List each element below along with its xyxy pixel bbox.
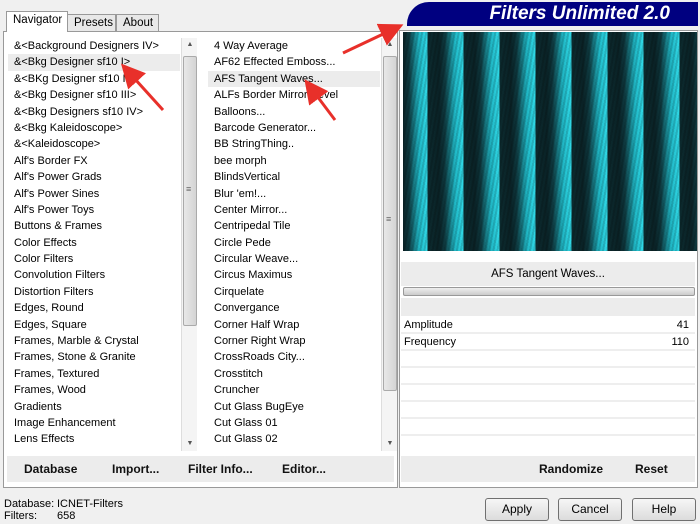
list-item[interactable]: bee morph: [208, 153, 380, 169]
grip-icon: ≡: [386, 214, 392, 224]
param-empty-row: [401, 403, 695, 419]
scroll-up-icon[interactable]: ▲: [382, 38, 398, 52]
list-item[interactable]: Circle Pede: [208, 235, 380, 251]
list-item[interactable]: Balloons...: [208, 104, 380, 120]
list-item[interactable]: Distortion Filters: [8, 284, 180, 300]
list-item[interactable]: ALFs Border Mirror Bevel: [208, 87, 380, 103]
list-item[interactable]: &<Bkg Designers sf10 IV>: [8, 104, 180, 120]
list-item[interactable]: Cut Glass BugEye: [208, 399, 380, 415]
logo-banner: Filters Unlimited 2.0: [407, 2, 698, 26]
list-item[interactable]: Circus Maximus: [208, 267, 380, 283]
param-empty-row: [401, 352, 695, 368]
param-empty-row: [401, 386, 695, 402]
status-filters-label: Filters:: [4, 510, 37, 522]
param-value: 41: [676, 319, 689, 331]
list-item[interactable]: CrossRoads City...: [208, 349, 380, 365]
randomize-button[interactable]: Randomize: [539, 462, 603, 476]
list-item[interactable]: Circular Weave...: [208, 251, 380, 267]
navigator-button-bar: Database Import... Filter Info... Editor…: [7, 456, 394, 482]
tab-about[interactable]: About: [116, 14, 159, 32]
category-scrollbar[interactable]: ▲ ≡ ▼: [181, 38, 197, 451]
preview-image: [403, 32, 697, 251]
param-frequency[interactable]: Frequency 110: [401, 335, 695, 351]
scroll-down-icon[interactable]: ▼: [382, 437, 398, 451]
list-item[interactable]: Cirquelate: [208, 284, 380, 300]
category-list[interactable]: &<Background Designers IV> &<Bkg Designer…: [8, 38, 180, 451]
list-item[interactable]: Buttons & Frames: [8, 218, 180, 234]
list-item[interactable]: Color Effects: [8, 235, 180, 251]
param-empty-row: [401, 420, 695, 436]
filter-name-label: AFS Tangent Waves...: [401, 262, 695, 286]
list-item[interactable]: Crosstitch: [208, 366, 380, 382]
list-item[interactable]: Alf's Border FX: [8, 153, 180, 169]
status-filters-value: 658: [57, 510, 76, 522]
apply-button[interactable]: Apply: [485, 498, 549, 521]
progress-bar: [403, 287, 695, 296]
list-item[interactable]: Alf's Power Sines: [8, 186, 180, 202]
status-database-label: Database:: [4, 498, 55, 510]
param-button-bar: Randomize Reset: [401, 456, 695, 482]
cancel-button[interactable]: Cancel: [558, 498, 622, 521]
list-item[interactable]: Lens Flares: [8, 448, 180, 451]
param-value: 110: [671, 336, 689, 348]
list-item[interactable]: &<Background Designers IV>: [8, 38, 180, 54]
list-item[interactable]: Frames, Wood: [8, 382, 180, 398]
list-item[interactable]: Barcode Generator...: [208, 120, 380, 136]
list-item[interactable]: 4 Way Average: [208, 38, 380, 54]
list-item[interactable]: Frames, Marble & Crystal: [8, 333, 180, 349]
list-item[interactable]: Lens Effects: [8, 431, 180, 447]
scroll-down-icon[interactable]: ▼: [182, 437, 198, 451]
list-item[interactable]: Edges, Round: [8, 300, 180, 316]
list-item[interactable]: Frames, Stone & Granite: [8, 349, 180, 365]
list-item[interactable]: Gradients: [8, 399, 180, 415]
list-item[interactable]: BlindsVertical: [208, 169, 380, 185]
scroll-up-icon[interactable]: ▲: [182, 38, 198, 52]
list-item[interactable]: Center Mirror...: [208, 202, 380, 218]
list-item[interactable]: Cut Glass 02: [208, 431, 380, 447]
list-item[interactable]: &<Bkg Designer sf10 III>: [8, 87, 180, 103]
status-database-value: ICNET-Filters: [57, 498, 123, 510]
list-item[interactable]: Edges, Square: [8, 317, 180, 333]
list-item[interactable]: Convergance: [208, 300, 380, 316]
list-item[interactable]: Image Enhancement: [8, 415, 180, 431]
filter-scrollbar[interactable]: ▲ ≡ ▼: [381, 38, 397, 451]
param-amplitude[interactable]: Amplitude 41: [401, 318, 695, 334]
list-item[interactable]: AFS Tangent Waves...: [208, 70, 380, 88]
param-empty-row: [401, 369, 695, 385]
database-button[interactable]: Database: [24, 462, 77, 476]
list-item[interactable]: &<Bkg Designer sf10 I>: [8, 54, 180, 71]
import-button[interactable]: Import...: [112, 462, 159, 476]
list-item[interactable]: Cruncher: [208, 382, 380, 398]
editor-button[interactable]: Editor...: [282, 462, 326, 476]
list-item[interactable]: Blur 'em!...: [208, 186, 380, 202]
list-item[interactable]: Frames, Textured: [8, 366, 180, 382]
list-item[interactable]: Convolution Filters: [8, 267, 180, 283]
list-item[interactable]: Alf's Power Grads: [8, 169, 180, 185]
filter-list[interactable]: 4 Way Average AF62 Effected Emboss... AFS …: [208, 38, 380, 451]
reset-button[interactable]: Reset: [635, 462, 668, 476]
grip-icon: ≡: [186, 184, 192, 194]
list-item[interactable]: Corner Half Wrap: [208, 317, 380, 333]
help-button[interactable]: Help: [632, 498, 696, 521]
tab-navigator[interactable]: Navigator: [6, 11, 68, 32]
list-item[interactable]: BB StringThing..: [208, 136, 380, 152]
list-item[interactable]: Cut Glass 03: [208, 448, 380, 451]
list-item[interactable]: AF62 Effected Emboss...: [208, 54, 380, 70]
param-label: Amplitude: [404, 319, 453, 331]
filter-info-button[interactable]: Filter Info...: [188, 462, 253, 476]
list-item[interactable]: Color Filters: [8, 251, 180, 267]
tab-presets[interactable]: Presets: [67, 14, 116, 32]
list-item[interactable]: &<BKg Designer sf10 II>: [8, 71, 180, 87]
list-item[interactable]: Alf's Power Toys: [8, 202, 180, 218]
list-item[interactable]: &<Bkg Kaleidoscope>: [8, 120, 180, 136]
list-item[interactable]: Centripedal Tile: [208, 218, 380, 234]
list-item[interactable]: Corner Right Wrap: [208, 333, 380, 349]
param-label: Frequency: [404, 336, 456, 348]
list-item[interactable]: Cut Glass 01: [208, 415, 380, 431]
param-header-spacer: [401, 298, 695, 316]
list-item[interactable]: &<Kaleidoscope>: [8, 136, 180, 152]
